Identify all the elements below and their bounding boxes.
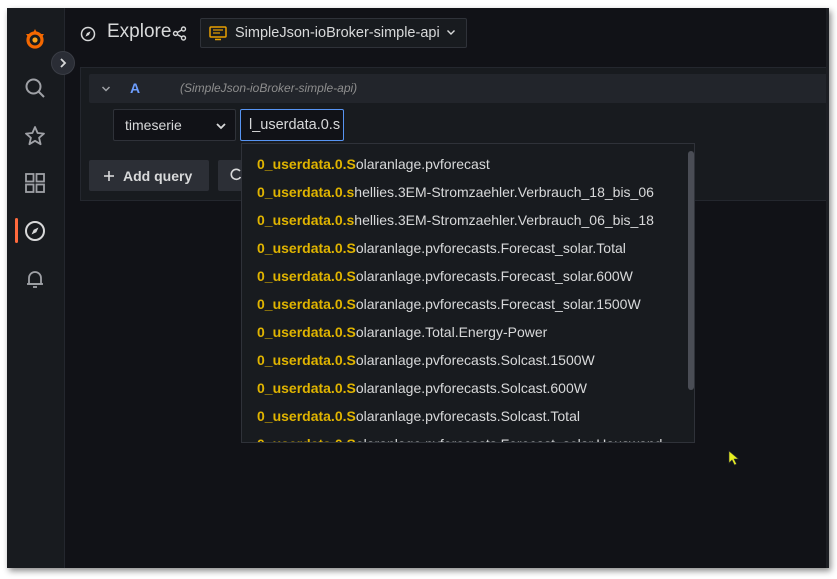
suggestion-item[interactable]: 0_userdata.0.Solaranlage.pvforecasts.Sol… — [257, 346, 595, 374]
suggestion-match: 0_userdata.0.S — [257, 436, 356, 442]
suggestion-item[interactable]: 0_userdata.0.shellies.3EM-Stromzaehler.V… — [257, 206, 654, 234]
chevron-down-icon — [447, 30, 455, 35]
chevron-right-icon — [60, 58, 67, 68]
suggestion-item[interactable]: 0_userdata.0.Solaranlage.pvforecasts.Sol… — [257, 374, 587, 402]
sidebar — [7, 8, 65, 568]
explore-icon[interactable] — [21, 217, 49, 245]
suggestion-rest: olaranlage.pvforecasts.Forecast_solar.60… — [355, 268, 633, 284]
suggestion-item[interactable]: 0_userdata.0.Solaranlage.pvforecast — [257, 150, 490, 178]
suggestion-item[interactable]: 0_userdata.0.shellies.3EM-Stromzaehler.V… — [257, 178, 654, 206]
mouse-cursor-icon — [728, 450, 740, 466]
suggestion-rest: olaranlage.Total.Energy-Power — [355, 324, 548, 340]
suggestion-match: 0_userdata.0.S — [257, 240, 356, 256]
suggestion-match: 0_userdata.0.S — [257, 296, 356, 312]
suggestion-match: 0_userdata.0.S — [257, 156, 356, 172]
right-edge — [826, 8, 829, 568]
suggestion-item[interactable]: 0_userdata.0.Solaranlage.Total.Energy-Po… — [257, 318, 547, 346]
add-query-button[interactable]: Add query — [89, 160, 209, 191]
active-indicator — [15, 218, 18, 243]
suggestion-rest: olaranlage.pvforecasts.Solcast.1500W — [355, 352, 595, 368]
query-type-value: timeserie — [125, 117, 182, 133]
suggestion-match: 0_userdata.0.S — [257, 324, 356, 340]
share-icon[interactable] — [172, 26, 187, 46]
autocomplete-dropdown: 0_userdata.0.Solaranlage.pvforecast 0_use… — [241, 143, 695, 443]
query-type-select[interactable]: timeserie — [113, 109, 236, 141]
suggestion-rest: hellies.3EM-Stromzaehler.Verbrauch_06_bi… — [354, 212, 654, 228]
sidebar-toggle-button[interactable] — [51, 51, 75, 75]
suggestion-rest: hellies.3EM-Stromzaehler.Verbrauch_18_bi… — [354, 184, 654, 200]
suggestion-item[interactable]: 0_userdata.0.Solaranlage.pvforecasts.For… — [257, 430, 663, 442]
explore-title-icon — [80, 26, 96, 47]
suggestion-rest: olaranlage.pvforecasts.Solcast.Total — [355, 408, 580, 424]
dashboards-icon[interactable] — [21, 169, 49, 197]
suggestion-item[interactable]: 0_userdata.0.Solaranlage.pvforecasts.For… — [257, 290, 641, 318]
add-query-label: Add query — [123, 167, 193, 184]
collapse-chevron-icon[interactable] — [101, 84, 111, 94]
search-icon[interactable] — [21, 74, 49, 102]
grafana-logo[interactable] — [21, 25, 49, 53]
suggestion-item[interactable]: 0_userdata.0.Solaranlage.pvforecasts.Sol… — [257, 402, 580, 430]
alert-bell-icon[interactable] — [21, 265, 49, 293]
metric-target-input[interactable]: l_userdata.0.s — [240, 109, 344, 141]
chevron-down-icon — [216, 123, 226, 130]
dropdown-scrollbar[interactable] — [688, 151, 694, 390]
suggestion-match: 0_userdata.0.S — [257, 352, 356, 368]
suggestion-match: 0_userdata.0.s — [257, 212, 355, 228]
suggestion-rest: olaranlage.pvforecasts.Forecast_solar.Ha… — [356, 436, 663, 442]
suggestion-rest: olaranlage.pvforecasts.Forecast_solar.15… — [355, 296, 641, 312]
datasource-name: SimpleJson-ioBroker-simple-api — [235, 25, 440, 41]
suggestion-rest: olaranlage.pvforecasts.Forecast_solar.To… — [355, 240, 626, 256]
suggestion-item[interactable]: 0_userdata.0.Solaranlage.pvforecasts.For… — [257, 262, 633, 290]
suggestion-match: 0_userdata.0.S — [257, 268, 356, 284]
query-ref-id: A — [130, 80, 141, 96]
star-icon[interactable] — [21, 122, 49, 150]
suggestion-rest: olaranlage.pvforecast — [355, 156, 490, 172]
app-window: Explore SimpleJson-ioBroker-simple-api A… — [7, 8, 829, 568]
suggestion-rest: olaranlage.pvforecasts.Solcast.600W — [355, 380, 587, 396]
query-datasource-hint: (SimpleJson-ioBroker-simple-api) — [180, 81, 358, 95]
metric-target-value: l_userdata.0.s — [249, 117, 341, 133]
datasource-picker[interactable]: SimpleJson-ioBroker-simple-api — [200, 18, 467, 48]
suggestion-match: 0_userdata.0.S — [257, 408, 356, 424]
datasource-icon — [209, 25, 227, 40]
suggestion-match: 0_userdata.0.S — [257, 380, 356, 396]
page-title: Explore — [107, 21, 172, 42]
plus-icon — [104, 170, 114, 181]
suggestion-match: 0_userdata.0.s — [257, 184, 355, 200]
suggestion-item[interactable]: 0_userdata.0.Solaranlage.pvforecasts.For… — [257, 234, 626, 262]
